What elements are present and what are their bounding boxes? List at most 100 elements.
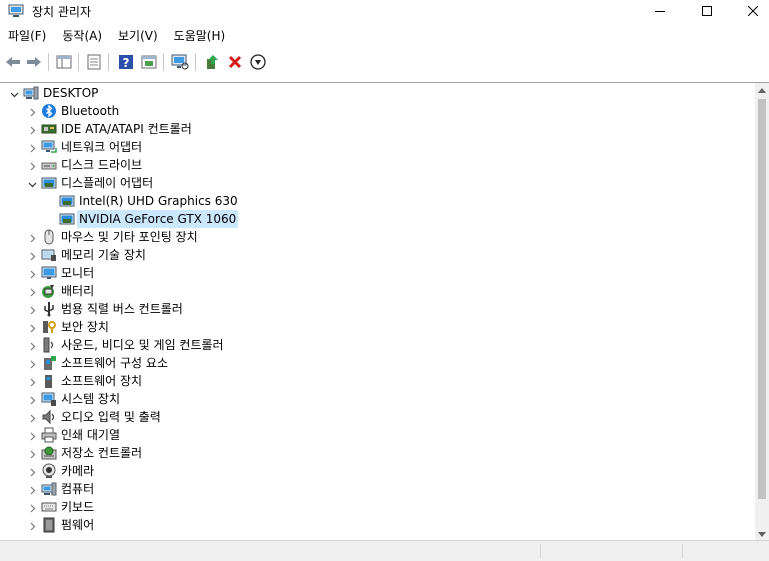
help-button[interactable]: ?: [116, 52, 136, 72]
tree-item-label[interactable]: 오디오 입력 및 출력: [59, 408, 163, 426]
properties-button[interactable]: [84, 52, 104, 72]
expand-chevron-icon[interactable]: [28, 160, 37, 171]
device-tree[interactable]: DESKTOP Bluetooth IDE ATA/ATAPI 컨트롤러 네트워크 어…: [0, 83, 755, 541]
tree-item-label[interactable]: 배터리: [59, 282, 96, 300]
expand-chevron-icon[interactable]: [28, 394, 37, 405]
tree-item[interactable]: 배터리: [0, 282, 755, 300]
scroll-up-button[interactable]: [755, 83, 769, 97]
menu-file[interactable]: 파일(F): [0, 26, 54, 46]
update-driver-icon: [207, 55, 218, 69]
keyboard-icon: [41, 499, 57, 515]
tree-item[interactable]: 모니터: [0, 264, 755, 282]
expand-chevron-icon[interactable]: [28, 340, 37, 351]
tree-item-label[interactable]: NVIDIA GeForce GTX 1060: [77, 210, 239, 228]
tree-item-label[interactable]: 펌웨어: [59, 516, 96, 534]
menu-action[interactable]: 동작(A): [54, 26, 110, 46]
arrow-right-icon: [27, 57, 41, 67]
tree-item[interactable]: 소프트웨어 구성 요소: [0, 354, 755, 372]
back-button[interactable]: [3, 52, 23, 72]
tree-item[interactable]: 펌웨어: [0, 516, 755, 534]
expand-chevron-icon[interactable]: [28, 448, 37, 459]
expand-chevron-icon[interactable]: [28, 124, 37, 135]
update-driver-button[interactable]: [202, 52, 222, 72]
tree-item-label[interactable]: 소프트웨어 장치: [59, 372, 144, 390]
tree-item[interactable]: Intel(R) UHD Graphics 630: [0, 192, 755, 210]
tree-item-label[interactable]: IDE ATA/ATAPI 컨트롤러: [59, 120, 194, 138]
tree-item[interactable]: 디스크 드라이브: [0, 156, 755, 174]
tree-item[interactable]: DESKTOP: [0, 84, 755, 102]
tree-item[interactable]: 메모리 기술 장치: [0, 246, 755, 264]
tree-item-label[interactable]: 저장소 컨트롤러: [59, 444, 144, 462]
tree-item-label[interactable]: 메모리 기술 장치: [59, 246, 148, 264]
tree-item-label[interactable]: 디스크 드라이브: [59, 156, 144, 174]
display-adapter-icon: [59, 193, 75, 209]
tree-item-label[interactable]: 컴퓨터: [59, 480, 96, 498]
collapse-chevron-icon[interactable]: [10, 88, 19, 98]
tree-item[interactable]: 카메라: [0, 462, 755, 480]
tree-item-label[interactable]: 마우스 및 기타 포인팅 장치: [59, 228, 200, 246]
tree-item-label[interactable]: 보안 장치: [59, 318, 111, 336]
close-button[interactable]: [730, 0, 769, 22]
tree-item-label[interactable]: 소프트웨어 구성 요소: [59, 354, 170, 372]
expand-chevron-icon[interactable]: [28, 322, 37, 333]
tree-item-label[interactable]: 인쇄 대기열: [59, 426, 122, 444]
tree-item[interactable]: 키보드: [0, 498, 755, 516]
tree-item-label[interactable]: 디스플레이 어댑터: [59, 174, 155, 192]
menu-view[interactable]: 보기(V): [110, 26, 166, 46]
minimize-button[interactable]: [637, 0, 683, 22]
tree-item-label[interactable]: 범용 직렬 버스 컨트롤러: [59, 300, 185, 318]
tree-item[interactable]: NVIDIA GeForce GTX 1060: [0, 210, 755, 228]
tree-item[interactable]: 마우스 및 기타 포인팅 장치: [0, 228, 755, 246]
tree-item-label[interactable]: 키보드: [59, 498, 96, 516]
tree-item-label[interactable]: DESKTOP: [41, 84, 100, 102]
tree-item-label[interactable]: 사운드, 비디오 및 게임 컨트롤러: [59, 336, 226, 354]
expand-chevron-icon[interactable]: [28, 268, 37, 279]
tree-item-label[interactable]: Bluetooth: [59, 102, 121, 120]
expand-chevron-icon[interactable]: [28, 430, 37, 441]
forward-button[interactable]: [24, 52, 44, 72]
tree-item[interactable]: 보안 장치: [0, 318, 755, 336]
expand-chevron-icon[interactable]: [28, 358, 37, 369]
maximize-button[interactable]: [684, 0, 730, 22]
tree-item[interactable]: 오디오 입력 및 출력: [0, 408, 755, 426]
tree-item[interactable]: 디스플레이 어댑터: [0, 174, 755, 192]
tree-item[interactable]: 인쇄 대기열: [0, 426, 755, 444]
uninstall-device-button[interactable]: [225, 52, 245, 72]
expand-chevron-icon[interactable]: [28, 376, 37, 387]
svg-text:?: ?: [123, 56, 130, 70]
expand-chevron-icon[interactable]: [28, 106, 37, 117]
tree-item[interactable]: 시스템 장치: [0, 390, 755, 408]
tree-item[interactable]: 범용 직렬 버스 컨트롤러: [0, 300, 755, 318]
tree-item[interactable]: 컴퓨터: [0, 480, 755, 498]
tree-item-label[interactable]: 시스템 장치: [59, 390, 122, 408]
tree-item[interactable]: IDE ATA/ATAPI 컨트롤러: [0, 120, 755, 138]
expand-chevron-icon[interactable]: [28, 142, 37, 153]
scrollbar-thumb[interactable]: [758, 99, 766, 499]
expand-chevron-icon[interactable]: [28, 484, 37, 495]
tree-item[interactable]: 네트워크 어댑터: [0, 138, 755, 156]
tree-item[interactable]: 소프트웨어 장치: [0, 372, 755, 390]
tree-item-label[interactable]: 네트워크 어댑터: [59, 138, 144, 156]
tree-item[interactable]: Bluetooth: [0, 102, 755, 120]
disable-device-button[interactable]: [248, 52, 268, 72]
expand-chevron-icon[interactable]: [28, 520, 37, 531]
scroll-down-button[interactable]: [755, 527, 769, 541]
expand-chevron-icon[interactable]: [28, 232, 37, 243]
vertical-scrollbar[interactable]: [755, 83, 769, 541]
scan-hardware-button[interactable]: [170, 52, 190, 72]
tree-item[interactable]: 사운드, 비디오 및 게임 컨트롤러: [0, 336, 755, 354]
action-pane-button[interactable]: [139, 52, 159, 72]
menu-help[interactable]: 도움말(H): [166, 26, 234, 46]
expand-chevron-icon[interactable]: [28, 466, 37, 477]
expand-chevron-icon[interactable]: [28, 286, 37, 297]
expand-chevron-icon[interactable]: [28, 502, 37, 513]
expand-chevron-icon[interactable]: [28, 304, 37, 315]
tree-item-label[interactable]: 카메라: [59, 462, 96, 480]
console-tree-button[interactable]: [54, 52, 74, 72]
collapse-chevron-icon[interactable]: [28, 178, 37, 188]
expand-chevron-icon[interactable]: [28, 412, 37, 423]
expand-chevron-icon[interactable]: [28, 250, 37, 261]
tree-item[interactable]: 저장소 컨트롤러: [0, 444, 755, 462]
tree-item-label[interactable]: 모니터: [59, 264, 96, 282]
tree-item-label[interactable]: Intel(R) UHD Graphics 630: [77, 192, 240, 210]
